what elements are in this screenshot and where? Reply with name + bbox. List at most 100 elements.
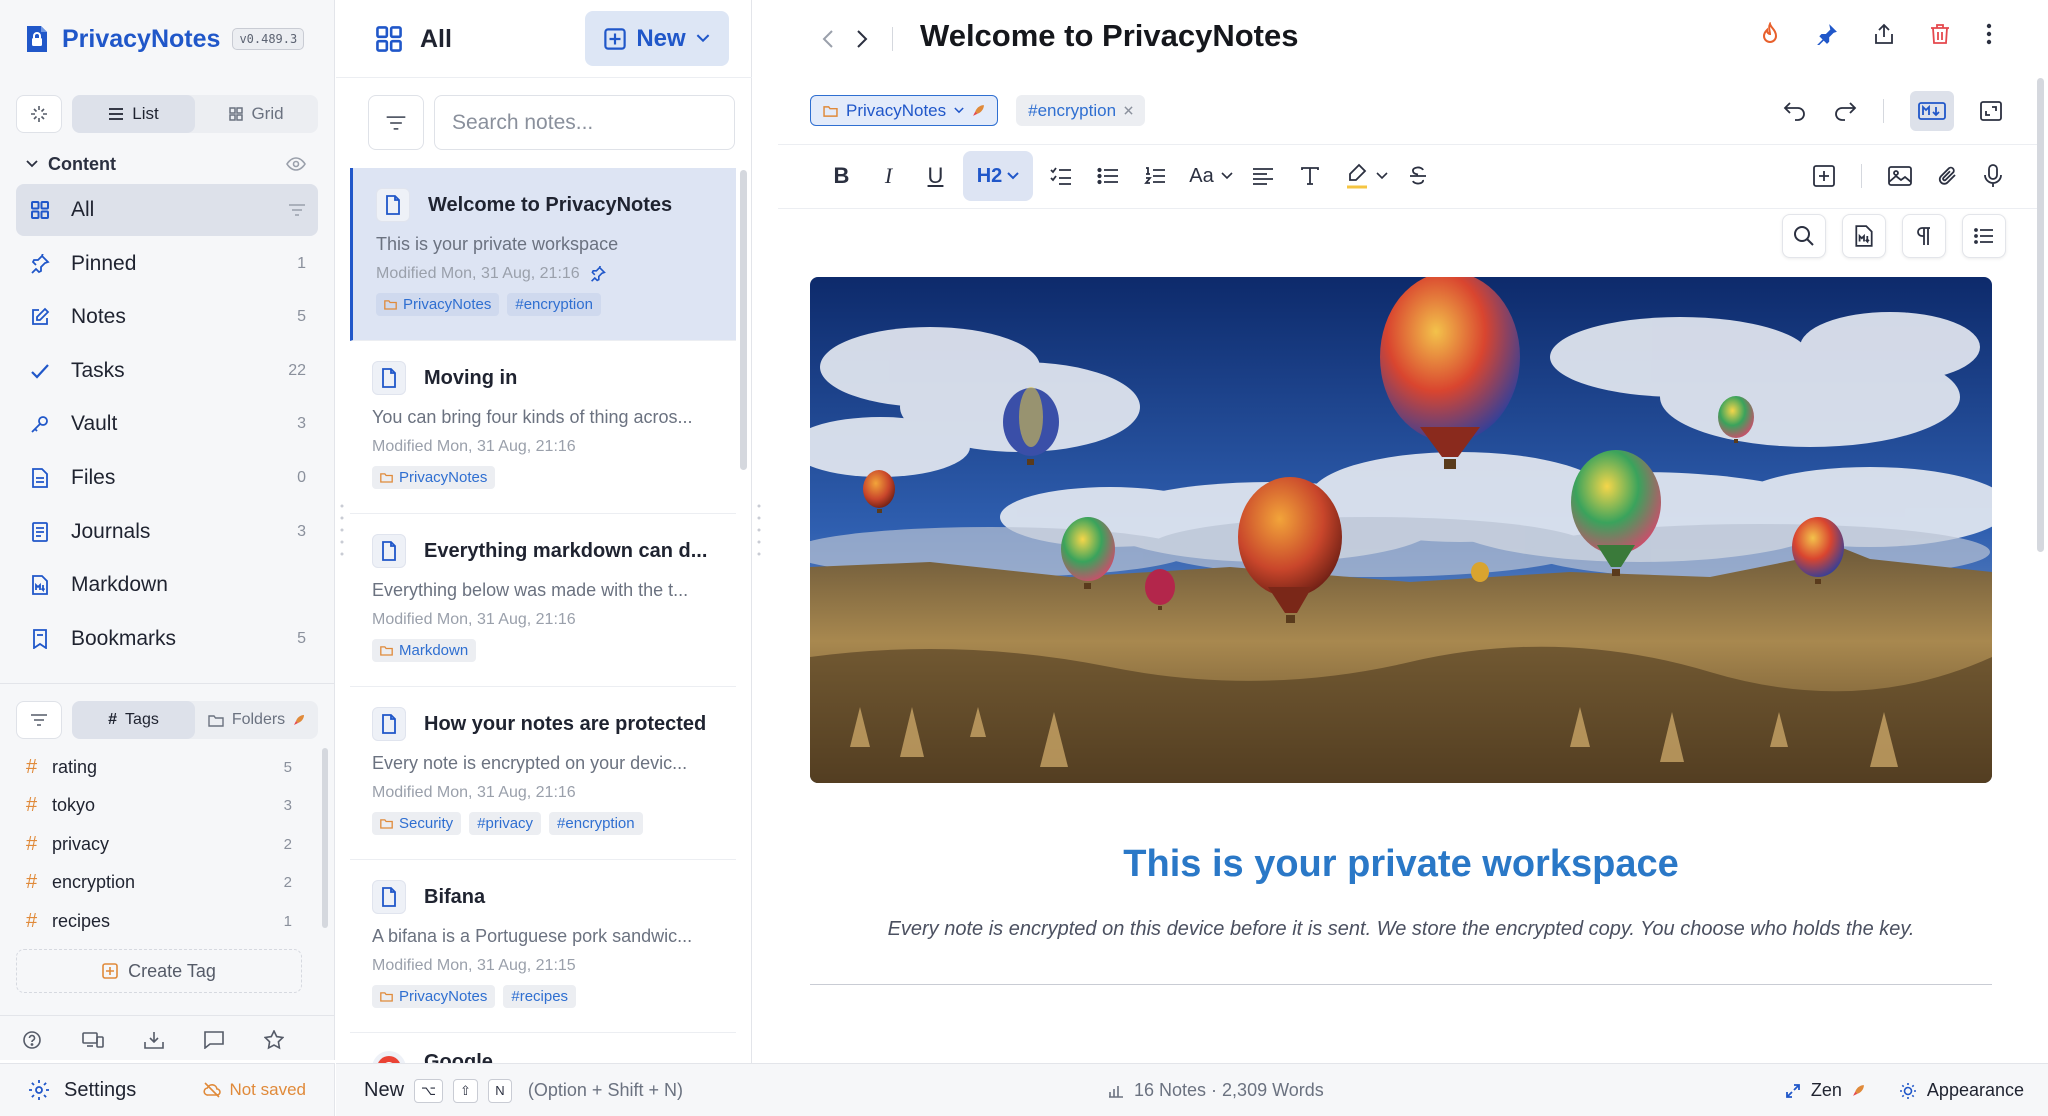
heading-level-dropdown[interactable]: H2: [963, 151, 1033, 201]
tag-item-tokyo[interactable]: # tokyo 3: [26, 787, 306, 826]
folder-chip[interactable]: PrivacyNotes: [376, 293, 500, 316]
editor-scrollbar[interactable]: [2037, 78, 2044, 552]
sidebar-item-tasks[interactable]: Tasks 22: [16, 345, 318, 397]
filter-lines-icon[interactable]: [288, 204, 306, 216]
redo-icon[interactable]: [1833, 101, 1857, 121]
back-arrow-icon[interactable]: [822, 29, 834, 49]
find-button[interactable]: [1782, 214, 1826, 258]
paragraph-marks-button[interactable]: [1902, 214, 1946, 258]
trash-icon[interactable]: [1930, 23, 1950, 45]
flame-icon[interactable]: [1760, 22, 1780, 46]
note-list-scrollbar[interactable]: [740, 170, 747, 470]
feedback-icon[interactable]: [204, 1030, 224, 1049]
tag-item-encryption[interactable]: # encryption 2: [26, 864, 306, 903]
sidebar-resize-handle[interactable]: [340, 500, 344, 560]
folder-chip[interactable]: Security: [372, 812, 462, 835]
import-icon[interactable]: [144, 1031, 164, 1049]
sidebar-item-files[interactable]: Files 0: [16, 452, 318, 504]
sidebar-item-journals[interactable]: Journals 3: [16, 506, 318, 558]
checklist-button[interactable]: [1037, 151, 1084, 201]
content-section-header[interactable]: Content: [26, 152, 306, 176]
sidebar-item-all[interactable]: All: [16, 184, 318, 236]
bullet-list-button[interactable]: [1084, 151, 1131, 201]
appearance-button[interactable]: Appearance: [1899, 1080, 2024, 1101]
tag-chip[interactable]: #privacy: [469, 812, 542, 835]
tag-chip[interactable]: #encryption: [507, 293, 601, 316]
note-item[interactable]: Everything markdown can d... Everything …: [350, 514, 736, 687]
attachment-icon[interactable]: [1938, 165, 1958, 187]
expand-icon[interactable]: [1980, 101, 2002, 121]
undo-icon[interactable]: [1783, 101, 1807, 121]
italic-button[interactable]: I: [865, 151, 912, 201]
share-icon[interactable]: [1874, 23, 1894, 45]
settings-button[interactable]: Settings: [64, 1079, 136, 1102]
sidebar-item-markdown[interactable]: Markdown: [16, 559, 318, 611]
strikethrough-button[interactable]: [1394, 151, 1441, 201]
chevron-down-icon[interactable]: [1221, 172, 1233, 180]
new-note-shortcut[interactable]: New ⌥ ⇧ N (Option + Shift + N): [364, 1064, 683, 1116]
tags-tab[interactable]: # Tags: [72, 701, 195, 739]
note-item[interactable]: Welcome to PrivacyNotes This is your pri…: [350, 168, 736, 341]
tag-item-privacy[interactable]: # privacy 2: [26, 825, 306, 864]
sidebar-item-pinned[interactable]: Pinned 1: [16, 238, 318, 290]
pin-icon[interactable]: [1816, 23, 1838, 45]
devices-icon[interactable]: [82, 1031, 104, 1049]
markdown-mode-toggle[interactable]: [1910, 91, 1954, 131]
insert-toolbar: [1813, 151, 2002, 201]
document-heading[interactable]: This is your private workspace: [810, 843, 1992, 886]
search-input[interactable]: [434, 95, 735, 150]
tag-item-recipes[interactable]: # recipes 1: [26, 902, 306, 941]
list-filter-button[interactable]: [368, 95, 424, 150]
eye-icon[interactable]: [286, 157, 306, 171]
insert-block-icon[interactable]: [1813, 165, 1835, 187]
hero-image-balloons[interactable]: [810, 277, 1992, 783]
list-view-button[interactable]: List: [72, 95, 195, 133]
sidebar-item-vault[interactable]: Vault 3: [16, 398, 318, 450]
close-icon[interactable]: [1124, 106, 1133, 115]
folder-selector[interactable]: PrivacyNotes: [810, 95, 999, 126]
grid-view-button[interactable]: Grid: [195, 95, 318, 133]
folders-tab-label: Folders: [231, 711, 286, 728]
sparkle-button[interactable]: [16, 95, 62, 133]
image-icon[interactable]: [1888, 166, 1912, 186]
option-key: ⌥: [414, 1078, 443, 1103]
note-item[interactable]: Bifana A bifana is a Portuguese pork san…: [350, 860, 736, 1033]
new-note-button[interactable]: New: [585, 11, 729, 66]
tag-filter-button[interactable]: [16, 701, 62, 739]
align-button[interactable]: [1239, 151, 1286, 201]
tag-list-scrollbar[interactable]: [322, 748, 328, 928]
forward-arrow-icon[interactable]: [856, 29, 868, 49]
note-item[interactable]: Moving in You can bring four kinds of th…: [350, 341, 736, 514]
note-item[interactable]: How your notes are protected Every note …: [350, 687, 736, 860]
tag-name: privacy: [52, 833, 110, 854]
tag-chip[interactable]: #recipes: [503, 985, 577, 1008]
more-vertical-icon[interactable]: [1986, 23, 1992, 45]
tag-chip[interactable]: #encryption: [549, 812, 643, 835]
sidebar-item-bookmarks[interactable]: Bookmarks 5: [16, 613, 318, 665]
microphone-icon[interactable]: [1984, 164, 2002, 188]
folders-tab[interactable]: Folders: [195, 701, 318, 739]
underline-button[interactable]: U: [912, 151, 959, 201]
gear-icon[interactable]: [28, 1079, 50, 1101]
font-size-button[interactable]: Aa: [1178, 151, 1225, 201]
text-style-button[interactable]: [1286, 151, 1333, 201]
document-paragraph[interactable]: Every note is encrypted on this device b…: [810, 918, 1992, 941]
outline-button[interactable]: [1962, 214, 2006, 258]
create-tag-button[interactable]: Create Tag: [16, 949, 302, 993]
folder-chip[interactable]: Markdown: [372, 639, 477, 662]
highlight-button[interactable]: [1333, 151, 1380, 201]
folder-chip[interactable]: PrivacyNotes: [372, 985, 496, 1008]
bold-button[interactable]: B: [818, 151, 865, 201]
note-title-heading[interactable]: Welcome to PrivacyNotes: [920, 18, 1298, 54]
folder-chip[interactable]: PrivacyNotes: [372, 466, 496, 489]
tag-chip-encryption[interactable]: #encryption: [1016, 95, 1146, 126]
chevron-down-icon[interactable]: [1376, 172, 1388, 180]
numbered-list-button[interactable]: [1131, 151, 1178, 201]
markdown-source-button[interactable]: [1842, 214, 1886, 258]
list-resize-handle[interactable]: [757, 500, 761, 560]
help-icon[interactable]: [22, 1030, 42, 1050]
tag-item-rating[interactable]: # rating 5: [26, 748, 306, 787]
sidebar-item-notes[interactable]: Notes 5: [16, 291, 318, 343]
zen-mode-button[interactable]: Zen: [1785, 1080, 1865, 1101]
star-icon[interactable]: [264, 1029, 284, 1050]
